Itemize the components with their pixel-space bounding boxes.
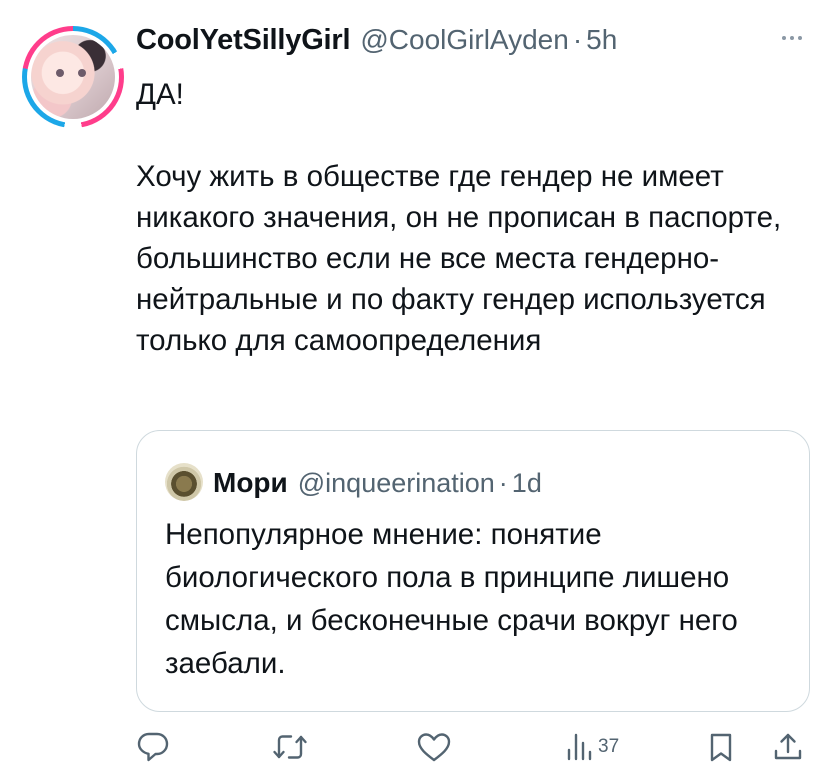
quoted-tweet-timestamp: 1d	[511, 468, 542, 498]
share-button[interactable]	[772, 730, 804, 764]
views-count: 37	[598, 736, 620, 757]
quoted-author-display-name: Мори	[213, 467, 288, 498]
retweet-icon	[272, 731, 308, 763]
like-button[interactable]	[416, 730, 452, 764]
views-button[interactable]: 37	[566, 730, 619, 764]
tweet-action-bar: 37	[136, 730, 808, 764]
avatar-image	[31, 35, 115, 119]
like-icon	[416, 731, 452, 763]
avatar-frame	[27, 31, 119, 123]
author-display-name[interactable]: CoolYetSillyGirl	[136, 24, 351, 57]
bookmark-button[interactable]	[708, 730, 734, 764]
header-separator: ·	[572, 24, 583, 55]
quoted-tweet[interactable]: Мори @inqueerination · 1d Непопулярное м…	[136, 430, 810, 712]
quoted-tweet-header: Мори @inqueerination · 1d	[213, 467, 542, 499]
more-options-icon[interactable]	[776, 28, 808, 48]
reply-icon	[136, 731, 170, 763]
tweet-timestamp[interactable]: 5h	[586, 24, 617, 56]
author-avatar[interactable]	[22, 26, 124, 128]
bookmark-icon	[708, 731, 734, 763]
author-handle[interactable]: @CoolGirlAyden	[360, 24, 568, 56]
quoted-author-handle: @inqueerination	[297, 468, 495, 498]
tweet-body: ДА! Хочу жить в обществе где гендер не и…	[136, 78, 782, 357]
reply-button[interactable]	[136, 730, 170, 764]
quoted-author-avatar	[165, 463, 203, 501]
retweet-button[interactable]	[272, 730, 308, 764]
quoted-tweet-body: Непопулярное мнение: понятие биологическ…	[165, 518, 747, 680]
share-icon	[772, 731, 804, 763]
views-icon	[566, 731, 592, 763]
quoted-header-separator: ·	[498, 468, 508, 498]
tweet-header: CoolYetSillyGirl @CoolGirlAyden · 5h	[136, 24, 617, 58]
